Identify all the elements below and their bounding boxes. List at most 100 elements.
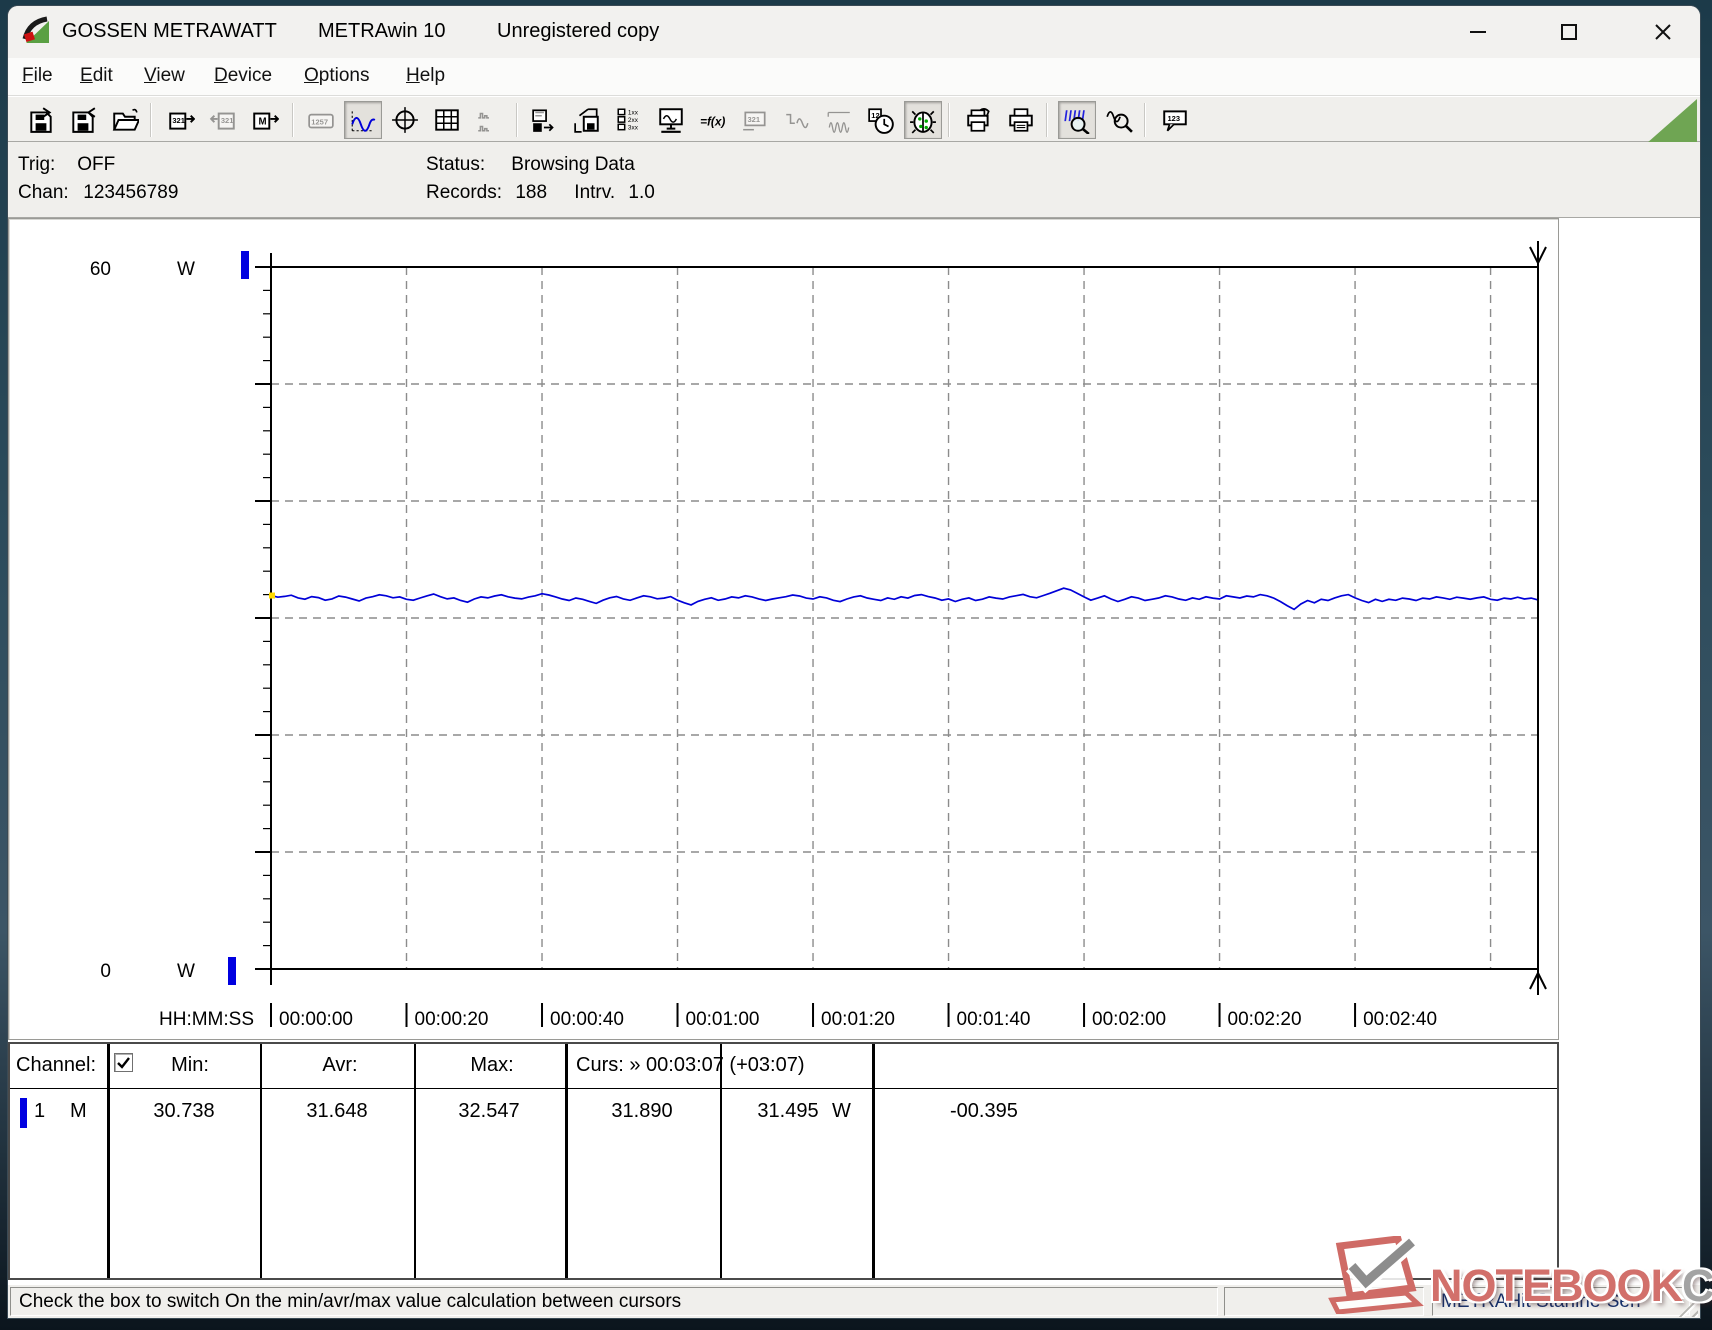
scale-bottom-marker[interactable] bbox=[228, 957, 236, 985]
x-tick-label: 00:00:00 bbox=[279, 1009, 353, 1030]
send-device-button: 321 bbox=[204, 101, 242, 139]
zoom-time-icon bbox=[1064, 110, 1090, 134]
column-header-cursor: Curs: » 00:03:07 (+03:07) bbox=[576, 1054, 805, 1076]
table-separator bbox=[872, 1044, 875, 1278]
desktop: GOSSEN METRAWATT METRAwin 10 Unregistere… bbox=[0, 0, 1712, 1330]
minmax-checkbox[interactable] bbox=[114, 1053, 133, 1072]
cursor-2-bottom-handle[interactable] bbox=[1529, 969, 1547, 995]
x-tick-label: 00:01:00 bbox=[686, 1009, 760, 1030]
minimize-button[interactable] bbox=[1452, 14, 1504, 50]
formula-button[interactable]: =f(x) bbox=[694, 101, 732, 139]
open-folder-icon bbox=[112, 108, 139, 131]
read-memory-button[interactable]: M bbox=[246, 101, 284, 139]
read-memory-icon: M bbox=[253, 112, 279, 130]
open-folder-button[interactable] bbox=[106, 101, 144, 139]
table-separator bbox=[107, 1044, 110, 1278]
monitor-view-button[interactable] bbox=[652, 101, 690, 139]
import-file-icon bbox=[72, 107, 96, 133]
numeric-display-icon: 1257 bbox=[308, 113, 334, 129]
menu-options[interactable]: Options bbox=[298, 63, 375, 89]
svg-text:321: 321 bbox=[747, 115, 760, 124]
maximize-button[interactable] bbox=[1543, 14, 1595, 50]
y-max-label: 60 bbox=[90, 259, 111, 280]
record-bug-button[interactable] bbox=[904, 101, 942, 139]
y-min-label: 0 bbox=[100, 961, 111, 982]
monitor-view-icon bbox=[659, 108, 683, 133]
menubar: File Edit View Device Options Help bbox=[8, 58, 1700, 96]
svg-text:321: 321 bbox=[221, 116, 234, 125]
svg-text:321: 321 bbox=[172, 116, 185, 125]
svg-text:3xx: 3xx bbox=[628, 125, 639, 132]
measurement-table: Channel: Min: Avr: Max: Curs: » 00:03:07… bbox=[8, 1042, 1559, 1280]
cursor2-unit: W bbox=[832, 1100, 851, 1122]
table-separator bbox=[720, 1044, 722, 1278]
transfer-settings-button[interactable] bbox=[526, 101, 564, 139]
trig-value: OFF bbox=[77, 154, 116, 175]
scope-view-button[interactable] bbox=[386, 101, 424, 139]
x-tick-bar bbox=[270, 1003, 272, 1027]
export-file-button[interactable] bbox=[22, 101, 60, 139]
annotation-button[interactable]: 123 bbox=[1156, 101, 1194, 139]
status-panel: Trig: OFF Chan: 123456789 Status: Browsi… bbox=[8, 142, 1700, 218]
toolbar-separator bbox=[1144, 103, 1146, 137]
x-tick-label: 00:02:20 bbox=[1228, 1009, 1302, 1030]
channel-mode: M bbox=[70, 1100, 87, 1122]
table-view-icon bbox=[435, 109, 459, 131]
chan-label: Chan: bbox=[18, 182, 69, 203]
column-header-avr: Avr: bbox=[322, 1054, 358, 1076]
print-preview-button[interactable] bbox=[960, 101, 998, 139]
scale-top-marker[interactable] bbox=[241, 251, 249, 279]
numeric-readout-button: 321 bbox=[736, 101, 774, 139]
interval-value: 1.0 bbox=[628, 182, 655, 203]
device-save-button[interactable] bbox=[568, 101, 606, 139]
x-tick-label: 00:00:40 bbox=[550, 1009, 624, 1030]
cursor-1-marker[interactable] bbox=[269, 592, 275, 599]
close-button[interactable] bbox=[1637, 14, 1689, 50]
time-setup-button[interactable]: 12 bbox=[862, 101, 900, 139]
records-label: Records: bbox=[426, 182, 503, 203]
read-device-button[interactable]: 321 bbox=[162, 101, 200, 139]
print-preview-icon bbox=[967, 108, 990, 132]
zoom-time-button[interactable] bbox=[1058, 101, 1096, 139]
menu-view[interactable]: View bbox=[138, 63, 191, 89]
x-tick-bar bbox=[541, 1003, 544, 1027]
x-tick-label: 00:00:20 bbox=[415, 1009, 489, 1030]
status-label: Status: bbox=[426, 154, 486, 175]
column-header-min: Min: bbox=[171, 1054, 209, 1076]
x-tick-bar bbox=[1083, 1003, 1086, 1027]
interval-label: Intrv. bbox=[574, 182, 616, 203]
x-tick-label: 00:02:00 bbox=[1092, 1009, 1166, 1030]
histogram-view-icon bbox=[478, 112, 489, 132]
histogram-view-button bbox=[470, 101, 508, 139]
menu-file[interactable]: File bbox=[16, 63, 59, 89]
menu-edit[interactable]: Edit bbox=[74, 63, 119, 89]
curve-view-icon bbox=[351, 111, 376, 132]
time-setup-icon: 12 bbox=[868, 108, 894, 134]
x-tick-bar bbox=[947, 1003, 950, 1027]
chart-panel: 60 W 0 W HH:MM:SS 00:00:00 00:00:20 00:00:40 00:… bbox=[8, 218, 1559, 1040]
toolbar-separator bbox=[150, 103, 152, 137]
table-separator bbox=[260, 1044, 262, 1278]
table-view-button[interactable] bbox=[428, 101, 466, 139]
curve-view-button[interactable] bbox=[344, 101, 382, 139]
titlebar-brand: GOSSEN METRAWATT bbox=[62, 20, 277, 42]
numeric-display-button: 1257 bbox=[302, 101, 340, 139]
cursor-2-top-handle[interactable] bbox=[1529, 241, 1547, 267]
power-chart: 60 W 0 W HH:MM:SS 00:00:00 00:00:20 00:00:40 00:… bbox=[90, 241, 1547, 1030]
numeric-readout-icon: 321 bbox=[743, 111, 766, 131]
zoom-amplitude-button[interactable] bbox=[1100, 101, 1138, 139]
menu-device[interactable]: Device bbox=[208, 63, 278, 89]
chan-value: 123456789 bbox=[83, 182, 179, 203]
x-tick-label: 00:02:40 bbox=[1363, 1009, 1437, 1030]
channel-setup-button[interactable]: 1xx 2xx 3xx bbox=[610, 101, 648, 139]
status-value: Browsing Data bbox=[511, 154, 635, 175]
menu-help[interactable]: Help bbox=[400, 63, 451, 89]
table-header-divider bbox=[10, 1088, 1557, 1089]
wave-sine-button bbox=[778, 101, 816, 139]
import-file-button[interactable] bbox=[64, 101, 102, 139]
x-axis-format-label: HH:MM:SS bbox=[159, 1009, 254, 1030]
titlebar-unregistered-note: Unregistered copy bbox=[497, 20, 660, 42]
print-button[interactable] bbox=[1002, 101, 1040, 139]
send-device-icon: 321 bbox=[209, 112, 235, 130]
svg-text:M: M bbox=[259, 116, 267, 127]
